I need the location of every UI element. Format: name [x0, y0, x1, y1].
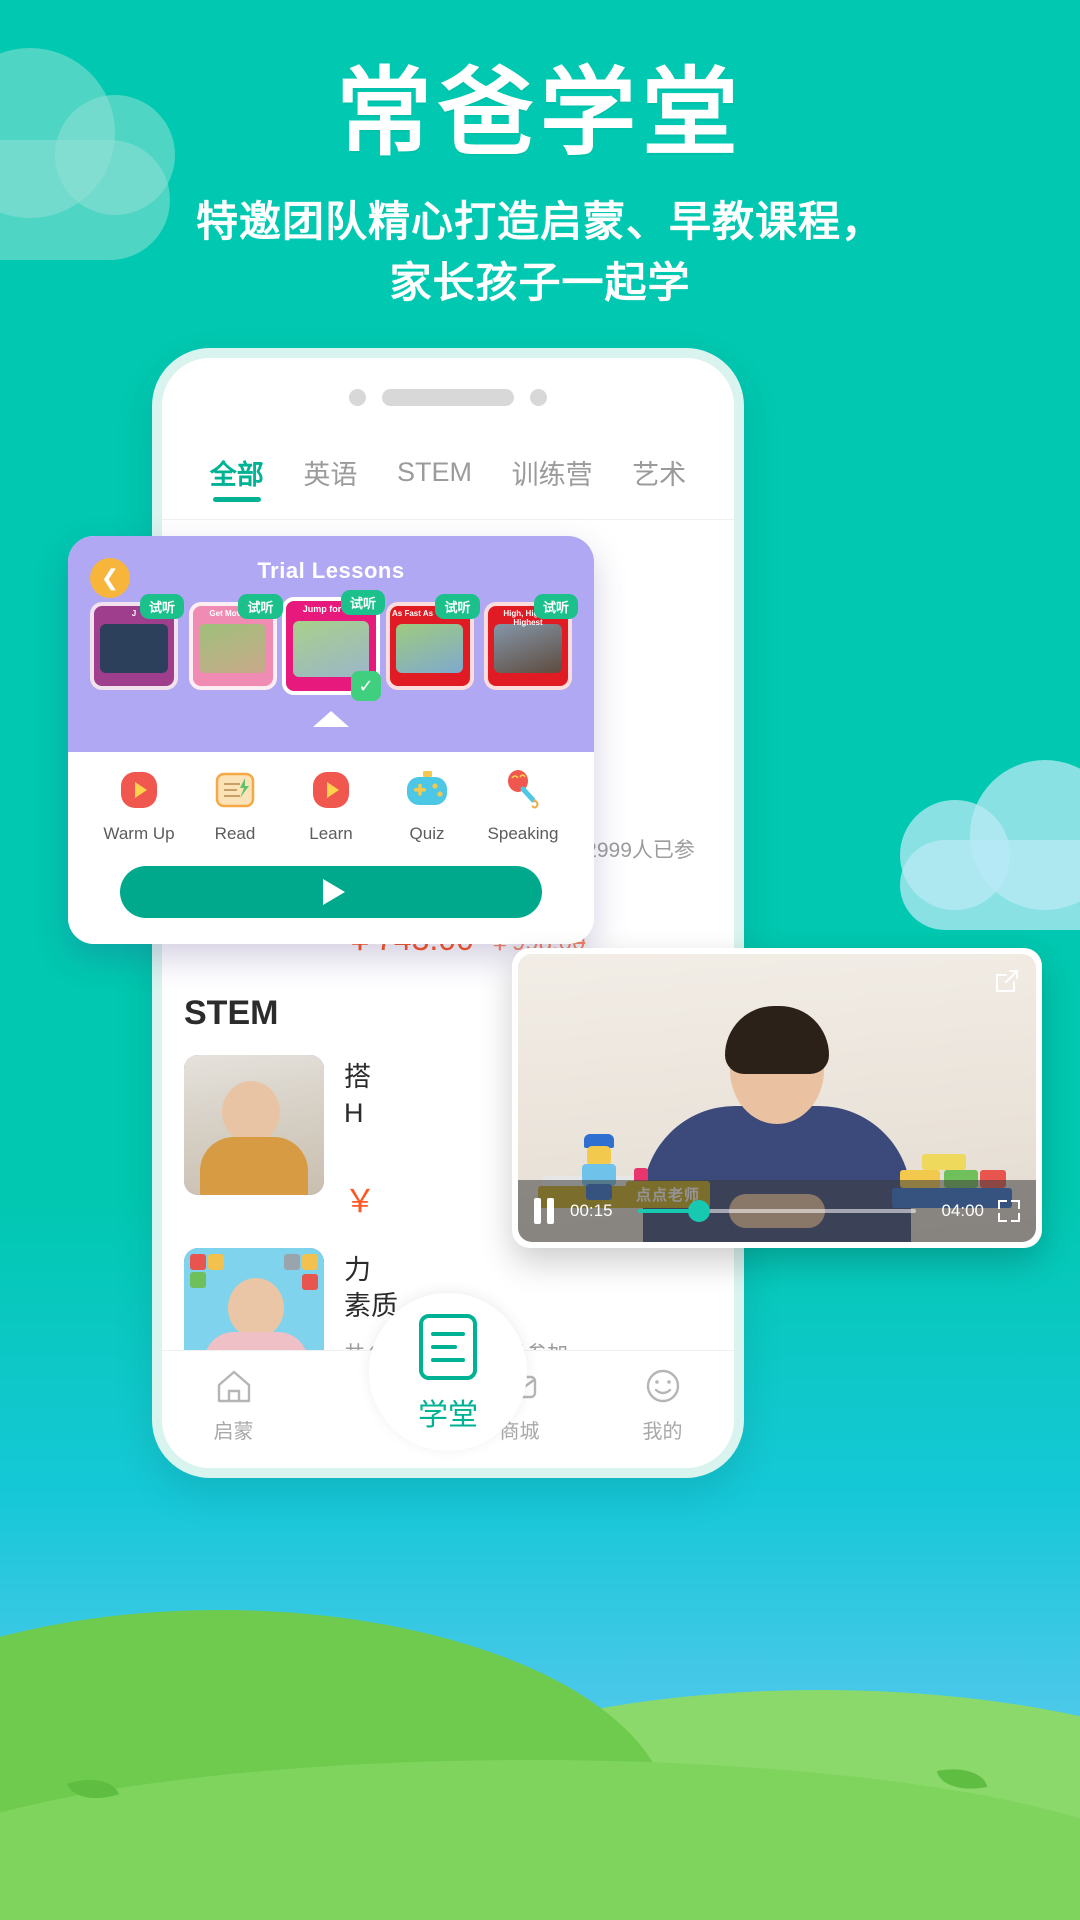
play-red-icon — [305, 768, 357, 814]
pause-icon[interactable] — [534, 1198, 556, 1224]
play-lesson-button[interactable] — [120, 866, 542, 918]
trial-lesson-cards[interactable]: 试听 J 试听 Get Moving! 试听 ✓ Jump for Joy 试听… — [68, 584, 594, 701]
activity-label: Quiz — [409, 824, 445, 843]
camera-dot-icon — [349, 388, 366, 406]
tab-english[interactable]: 英语 — [303, 453, 357, 502]
trial-badge: 试听 — [533, 594, 578, 619]
nav-item-profile[interactable]: 我的 — [591, 1365, 734, 1444]
page-subtitle: 特邀团队精心打造启蒙、早教课程， 家长孩子一起学 — [0, 192, 1080, 314]
hill-decoration — [0, 1760, 1080, 1920]
share-icon[interactable] — [992, 966, 1022, 996]
category-tabs[interactable]: 全部 英语 STEM 训练营 艺术 — [162, 436, 734, 520]
back-arrow-icon[interactable]: ❮ — [90, 558, 130, 598]
nav-label: 我的 — [642, 1421, 683, 1443]
selected-check-icon: ✓ — [351, 671, 381, 701]
trial-activity-section: Warm Up Read Learn Quiz Speaking — [68, 750, 594, 944]
activity-label: Speaking — [487, 824, 559, 843]
home-icon — [213, 1365, 255, 1407]
trial-badge: 试听 — [340, 590, 385, 615]
activity-label: Warm Up — [103, 824, 175, 843]
nav-label: 启蒙 — [213, 1421, 254, 1443]
activity-label: Learn — [309, 824, 353, 843]
trial-panel-title: Trial Lessons — [257, 558, 405, 583]
trial-lesson-card[interactable]: 试听 J — [90, 594, 184, 695]
trial-badge: 试听 — [238, 594, 283, 619]
fullscreen-icon[interactable] — [998, 1200, 1020, 1222]
video-viewport[interactable]: 点点老师 00:15 04:00 — [518, 954, 1036, 1242]
course-thumbnail — [184, 1247, 324, 1350]
trial-lessons-panel: ❮ Trial Lessons 试听 J 试听 Get Moving! 试听 ✓ — [68, 536, 594, 944]
activity-warm-up[interactable]: Warm Up — [96, 768, 182, 844]
video-player-card[interactable]: 点点老师 00:15 04:00 — [512, 948, 1042, 1248]
activity-read[interactable]: Read — [192, 768, 278, 844]
promo-header: 常爸学堂 特邀团队精心打造启蒙、早教课程， 家长孩子一起学 — [0, 0, 1080, 313]
nav-label: 学堂 — [418, 1399, 478, 1432]
book-orange-icon — [209, 768, 261, 814]
video-controls[interactable]: 00:15 04:00 — [518, 1180, 1036, 1242]
trial-lesson-card[interactable]: 试听 As Fast As You Can — [385, 594, 480, 695]
video-current-time: 00:15 — [570, 1201, 613, 1220]
trial-lesson-card[interactable]: 试听 High, Higher, Highest — [484, 594, 578, 695]
trial-lesson-card[interactable]: 试听 Get Moving! — [188, 594, 283, 695]
video-total-time: 04:00 — [941, 1201, 984, 1220]
play-triangle-icon — [322, 879, 345, 905]
subtitle-line-2: 家长孩子一起学 — [389, 258, 691, 306]
subtitle-line-1: 特邀团队精心打造启蒙、早教课程， — [195, 197, 884, 245]
trial-panel-header: ❮ Trial Lessons 试听 J 试听 Get Moving! 试听 ✓ — [68, 536, 594, 752]
tab-stem[interactable]: STEM — [397, 457, 472, 498]
activity-speaking[interactable]: Speaking — [480, 768, 566, 844]
nav-item-qimeng[interactable]: 启蒙 — [162, 1365, 305, 1444]
activity-row[interactable]: Warm Up Read Learn Quiz Speaking — [86, 764, 576, 844]
cloud-decoration — [900, 840, 1080, 930]
trial-badge: 试听 — [435, 594, 480, 619]
nav-item-xuetang[interactable]: 学堂 — [369, 1293, 527, 1451]
phone-status-bar — [162, 358, 734, 436]
video-progress-bar[interactable] — [638, 1200, 916, 1222]
microphone-icon — [497, 768, 549, 814]
video-progress-knob[interactable] — [688, 1200, 711, 1222]
trial-lesson-card-selected[interactable]: 试听 ✓ Jump for Joy — [282, 590, 385, 701]
activity-learn[interactable]: Learn — [288, 768, 374, 844]
sensor-dot-icon — [530, 388, 547, 406]
book-icon — [413, 1310, 483, 1384]
activity-label: Read — [214, 824, 256, 843]
bottom-navigation[interactable]: 启蒙 商城 我的 学堂 — [162, 1293, 734, 1468]
price-current: ￥ — [344, 1182, 377, 1219]
page-title: 常爸学堂 — [336, 60, 744, 167]
panel-pointer — [313, 711, 349, 727]
tab-all[interactable]: 全部 — [210, 453, 264, 502]
tab-art[interactable]: 艺术 — [632, 453, 686, 502]
play-red-icon — [113, 768, 165, 814]
trial-badge: 试听 — [139, 594, 184, 619]
speaker-bar-icon — [382, 388, 514, 406]
activity-quiz[interactable]: Quiz — [384, 768, 470, 844]
course-thumbnail — [184, 1055, 324, 1196]
smiley-icon — [642, 1365, 684, 1407]
gamepad-icon — [401, 768, 453, 814]
tab-training-camp[interactable]: 训练营 — [512, 453, 593, 502]
